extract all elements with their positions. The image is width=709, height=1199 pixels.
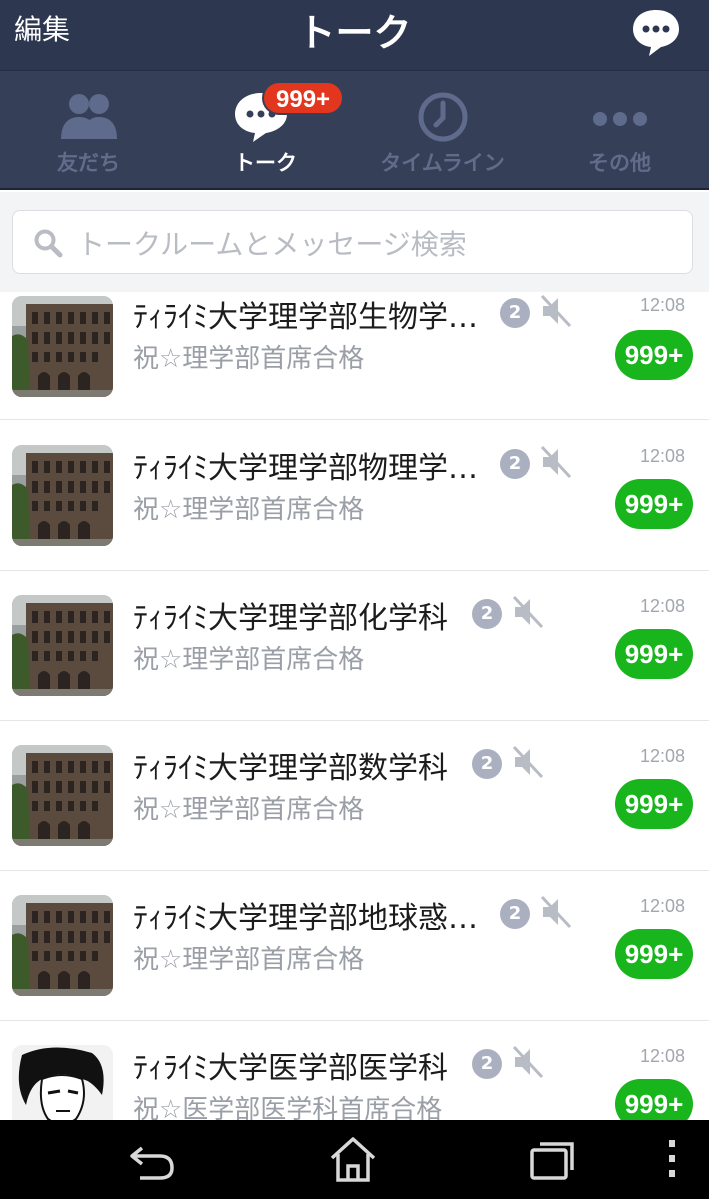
chat-row[interactable]: ﾃｨﾗｲﾐ大学理学部物理学… 2 12:08 祝☆理学部首席合格 999+ xyxy=(0,421,709,571)
unread-badge: 999+ xyxy=(615,929,693,979)
chat-bubble-icon xyxy=(633,10,679,56)
talk-unread-badge: 999+ xyxy=(262,81,345,115)
mute-icon xyxy=(512,595,544,629)
chat-name: ﾃｨﾗｲﾐ大学理学部数学科 xyxy=(133,751,448,786)
chat-time: 12:08 xyxy=(640,446,686,466)
search-area: トークルームとメッセージ検索 xyxy=(0,192,709,292)
unread-badge: 999+ xyxy=(615,1079,693,1120)
building-photo-icon xyxy=(12,445,113,546)
chat-preview: 祝☆理学部首席合格 xyxy=(133,945,365,975)
chat-preview: 祝☆理学部首席合格 xyxy=(133,495,365,525)
home-icon[interactable] xyxy=(328,1134,378,1184)
chat-preview: 祝☆医学部医学科首席合格 xyxy=(133,1095,443,1120)
clock-icon xyxy=(418,92,467,142)
chat-row[interactable]: ﾃｨﾗｲﾐ大学理学部数学科 2 12:08 祝☆理学部首席合格 999+ xyxy=(0,721,709,871)
building-photo-icon xyxy=(12,745,113,846)
chat-time: 12:08 xyxy=(640,746,686,766)
search-icon xyxy=(34,229,63,258)
avatar xyxy=(12,595,113,696)
chat-time: 12:08 xyxy=(640,1046,686,1066)
tab-label: 友だち xyxy=(57,151,120,175)
system-nav-bar xyxy=(0,1120,709,1199)
unread-badge: 999+ xyxy=(615,629,693,679)
tab-friends[interactable]: 友だち xyxy=(0,71,177,189)
member-count-badge: 2 xyxy=(500,298,530,328)
unread-badge: 999+ xyxy=(615,779,693,829)
mute-icon xyxy=(512,1045,544,1079)
chat-preview: 祝☆理学部首席合格 xyxy=(133,344,365,374)
mute-icon xyxy=(540,445,572,479)
chat-name: ﾃｨﾗｲﾐ大学理学部生物学… xyxy=(133,300,478,335)
chat-time: 12:08 xyxy=(640,896,686,916)
manga-character-icon xyxy=(12,1045,113,1120)
chat-row[interactable]: ﾃｨﾗｲﾐ大学理学部化学科 2 12:08 祝☆理学部首席合格 999+ xyxy=(0,571,709,721)
new-chat-button[interactable] xyxy=(630,6,682,58)
overflow-menu-icon[interactable] xyxy=(660,1134,684,1184)
tab-timeline[interactable]: タイムライン xyxy=(354,71,531,189)
chat-time: 12:08 xyxy=(640,295,686,315)
tab-label: トーク xyxy=(234,151,297,175)
member-count-badge: 2 xyxy=(500,449,530,479)
chat-name: ﾃｨﾗｲﾐ大学理学部地球惑… xyxy=(133,901,478,936)
chat-time: 12:08 xyxy=(640,596,686,616)
chat-preview: 祝☆理学部首席合格 xyxy=(133,645,365,675)
chat-name: ﾃｨﾗｲﾐ大学理学部物理学… xyxy=(133,451,478,486)
back-icon[interactable] xyxy=(128,1134,178,1184)
avatar xyxy=(12,895,113,996)
chat-row[interactable]: ﾃｨﾗｲﾐ大学理学部地球惑… 2 12:08 祝☆理学部首席合格 999+ xyxy=(0,871,709,1021)
chat-preview: 祝☆理学部首席合格 xyxy=(133,795,365,825)
friends-icon xyxy=(60,94,117,139)
avatar xyxy=(12,745,113,846)
mute-icon xyxy=(540,895,572,929)
building-photo-icon xyxy=(12,296,113,397)
search-input[interactable]: トークルームとメッセージ検索 xyxy=(12,210,693,274)
tab-more[interactable]: その他 xyxy=(531,71,708,189)
recent-apps-icon[interactable] xyxy=(528,1134,578,1184)
mute-icon xyxy=(512,745,544,779)
unread-badge: 999+ xyxy=(615,479,693,529)
top-header: 編集 トーク xyxy=(0,0,709,70)
member-count-badge: 2 xyxy=(472,1049,502,1079)
member-count-badge: 2 xyxy=(472,749,502,779)
avatar xyxy=(12,445,113,546)
search-placeholder: トークルームとメッセージ検索 xyxy=(77,228,467,261)
main-tab-bar: 友だち トーク タイムライン その他 999+ xyxy=(0,70,709,190)
member-count-badge: 2 xyxy=(472,599,502,629)
chat-name: ﾃｨﾗｲﾐ大学理学部化学科 xyxy=(133,601,448,636)
chat-list[interactable]: ﾃｨﾗｲﾐ大学理学部生物学… 2 12:08 祝☆理学部首席合格 999+ ﾃｨ… xyxy=(0,292,709,1120)
avatar xyxy=(12,296,113,397)
mute-icon xyxy=(540,294,572,328)
avatar xyxy=(12,1045,113,1120)
chat-row[interactable]: ﾃｨﾗｲﾐ大学医学部医学科 2 12:08 祝☆医学部医学科首席合格 999+ xyxy=(0,1021,709,1120)
tab-label: その他 xyxy=(588,151,651,175)
page-title: トーク xyxy=(297,11,412,55)
tab-label: タイムライン xyxy=(380,151,505,175)
building-photo-icon xyxy=(12,895,113,996)
unread-badge: 999+ xyxy=(615,330,693,380)
member-count-badge: 2 xyxy=(500,899,530,929)
chat-row[interactable]: ﾃｨﾗｲﾐ大学理学部生物学… 2 12:08 祝☆理学部首席合格 999+ xyxy=(0,292,709,420)
more-dots-icon xyxy=(592,112,647,126)
chat-name: ﾃｨﾗｲﾐ大学医学部医学科 xyxy=(133,1051,448,1086)
building-photo-icon xyxy=(12,595,113,696)
